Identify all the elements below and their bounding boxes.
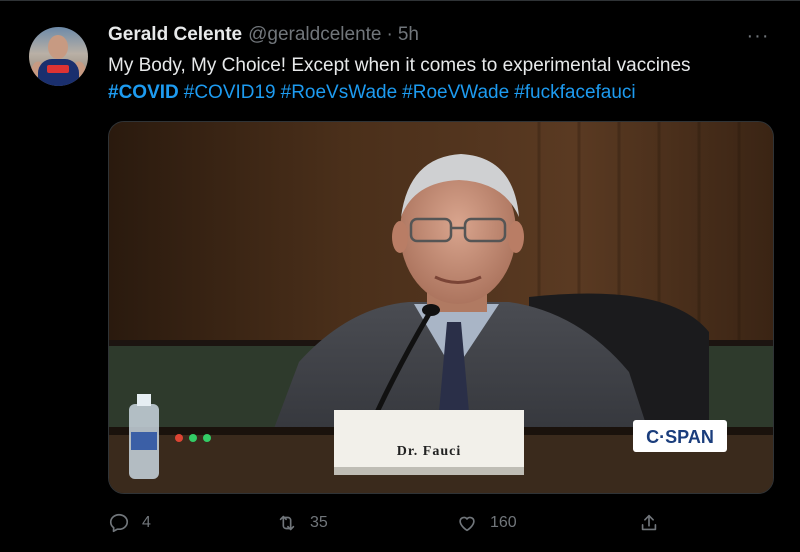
- separator: ·: [386, 24, 393, 45]
- hashtag-link[interactable]: #COVID: [108, 82, 179, 103]
- hashtag-link[interactable]: #RoeVWade: [402, 82, 509, 103]
- network-logo: C·SPAN: [646, 427, 714, 447]
- avatar-shirt-print: [47, 65, 69, 73]
- retweet-button[interactable]: 35: [276, 508, 328, 538]
- tweet-text: My Body, My Choice! Except when it comes…: [108, 52, 778, 106]
- avatar[interactable]: [29, 27, 88, 86]
- reply-count: 4: [142, 514, 151, 531]
- hashtag-link[interactable]: #RoeVsWade: [281, 82, 398, 103]
- timestamp[interactable]: 5h: [398, 24, 419, 46]
- reply-icon: [109, 513, 129, 533]
- more-icon[interactable]: ···: [740, 22, 776, 50]
- tweet-header: Gerald Celente @geraldcelente · 5h: [108, 24, 419, 48]
- author-handle[interactable]: @geraldcelente: [248, 24, 381, 46]
- media-video[interactable]: Dr. Fauci C·SPAN: [108, 121, 774, 494]
- nameplate-label: Dr. Fauci: [397, 444, 461, 459]
- retweet-icon: [279, 515, 295, 531]
- share-button[interactable]: [638, 508, 660, 538]
- hashtag-list: #COVID #COVID19 #RoeVsWade #RoeVWade #fuckfa…: [108, 79, 778, 106]
- reply-button[interactable]: 4: [108, 508, 151, 538]
- hashtag-link[interactable]: #fuckfacefauci: [514, 82, 635, 103]
- tweet[interactable]: Gerald Celente @geraldcelente · 5h ··· M…: [0, 0, 800, 552]
- divider: [0, 0, 800, 1]
- heart-icon: [459, 516, 475, 532]
- tweet-body: My Body, My Choice! Except when it comes…: [108, 55, 691, 76]
- video-frame: Dr. Fauci C·SPAN: [109, 122, 773, 493]
- action-bar: 4 35 160: [108, 508, 778, 538]
- share-icon: [641, 514, 657, 531]
- like-count: 160: [490, 514, 517, 531]
- like-button[interactable]: 160: [456, 508, 517, 538]
- avatar-head: [48, 35, 68, 59]
- hashtag-link[interactable]: #COVID19: [184, 82, 276, 103]
- author-name[interactable]: Gerald Celente: [108, 24, 242, 46]
- retweet-count: 35: [310, 514, 328, 531]
